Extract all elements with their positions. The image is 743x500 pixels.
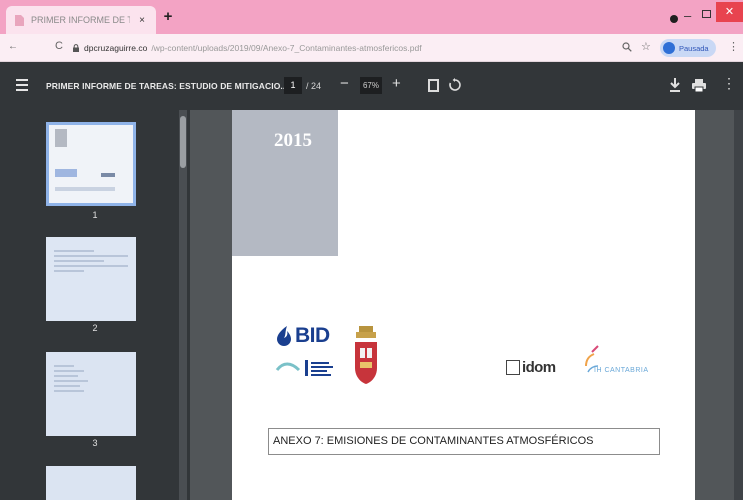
scrollbar-thumb[interactable] [180,116,186,168]
browser-tab-strip: PRIMER INFORME DE TAREAS × + – ✕ [0,0,743,34]
thumbnail-label: 2 [92,323,98,333]
thumbnail-label: 3 [92,438,98,448]
annex-title: ANEXO 7: EMISIONES DE CONTAMINANTES ATMO… [273,435,594,447]
rotate-icon[interactable] [448,78,462,92]
idom-logo: idom [506,359,556,376]
thumbnail-label: 1 [92,210,98,220]
thumbnail-sidebar: 1 2 3 [0,110,190,500]
bid-logo-text: BID [295,324,330,347]
sidebar-scrollbar[interactable] [179,110,187,500]
more-options-icon[interactable]: ⋮ [722,76,736,90]
address-bar-row: ← C dpcruzaguirre.co /wp-content/uploads… [0,34,743,62]
tab-close-icon[interactable]: × [136,15,148,26]
url-field[interactable]: dpcruzaguirre.co /wp-content/uploads/201… [72,39,602,57]
zoom-in-button[interactable]: + [392,75,401,92]
back-button[interactable]: ← [8,41,18,52]
close-window-button[interactable]: ✕ [716,2,743,22]
browser-menu-icon[interactable]: ⋮ [728,40,739,53]
page-thumbnail-1[interactable] [46,122,136,206]
year-block: 2015 [232,110,338,256]
url-path: /wp-content/uploads/2019/09/Anexo-7_Cont… [151,43,422,53]
new-tab-button[interactable]: + [161,9,175,24]
pdf-viewer: 2015 BID idom IH CANTABRIA ANEXO 7: EMIS… [190,110,743,500]
viewer-scrollbar[interactable] [734,110,743,500]
lock-icon [73,44,79,52]
idom-mark-icon [506,360,520,375]
pdf-toolbar: PRIMER INFORME DE TAREAS: ESTUDIO DE MIT… [0,62,743,110]
page-thumbnail-2[interactable] [46,237,136,321]
page-number-input[interactable]: 1 [284,77,302,94]
fit-to-page-icon[interactable] [428,79,439,92]
url-host: dpcruzaguirre.co [84,43,148,53]
browser-tab[interactable]: PRIMER INFORME DE TAREAS × [6,6,156,34]
hamburger-menu-icon[interactable] [16,79,28,94]
print-icon[interactable] [692,78,706,92]
zoom-out-button[interactable]: − [340,75,349,92]
download-icon[interactable] [669,77,681,93]
bid-logo: BID [277,324,330,348]
ih-cantabria-logo-icon [585,345,599,373]
page-total: / 24 [306,81,322,91]
profile-label: Pausada [679,43,709,53]
minimize-button[interactable]: – [684,8,691,23]
zoom-level-input[interactable]: 67% [360,77,382,94]
municipal-crest-icon [355,326,377,384]
reload-button[interactable]: C [55,40,63,52]
pdf-file-icon [14,14,25,26]
tab-title: PRIMER INFORME DE TAREAS [31,15,130,25]
avatar [663,42,675,54]
record-indicator-icon [670,15,678,23]
idom-logo-text: idom [522,359,556,376]
document-title: PRIMER INFORME DE TAREAS: ESTUDIO DE MIT… [46,81,288,91]
profile-button[interactable]: Pausada [660,39,716,57]
page-thumbnail-3[interactable] [46,352,136,436]
zoom-magnifier-icon[interactable] [622,42,632,52]
year-label: 2015 [274,130,312,151]
ices-logo-icon [275,360,333,376]
maximize-button[interactable] [702,10,711,18]
pdf-page: 2015 BID idom IH CANTABRIA ANEXO 7: EMIS… [232,110,695,500]
bid-drop-icon [277,326,291,346]
bookmark-star-icon[interactable]: ☆ [641,40,651,53]
page-thumbnail-4[interactable] [46,466,136,500]
ih-cantabria-logo-text: IH CANTABRIA [594,367,649,374]
